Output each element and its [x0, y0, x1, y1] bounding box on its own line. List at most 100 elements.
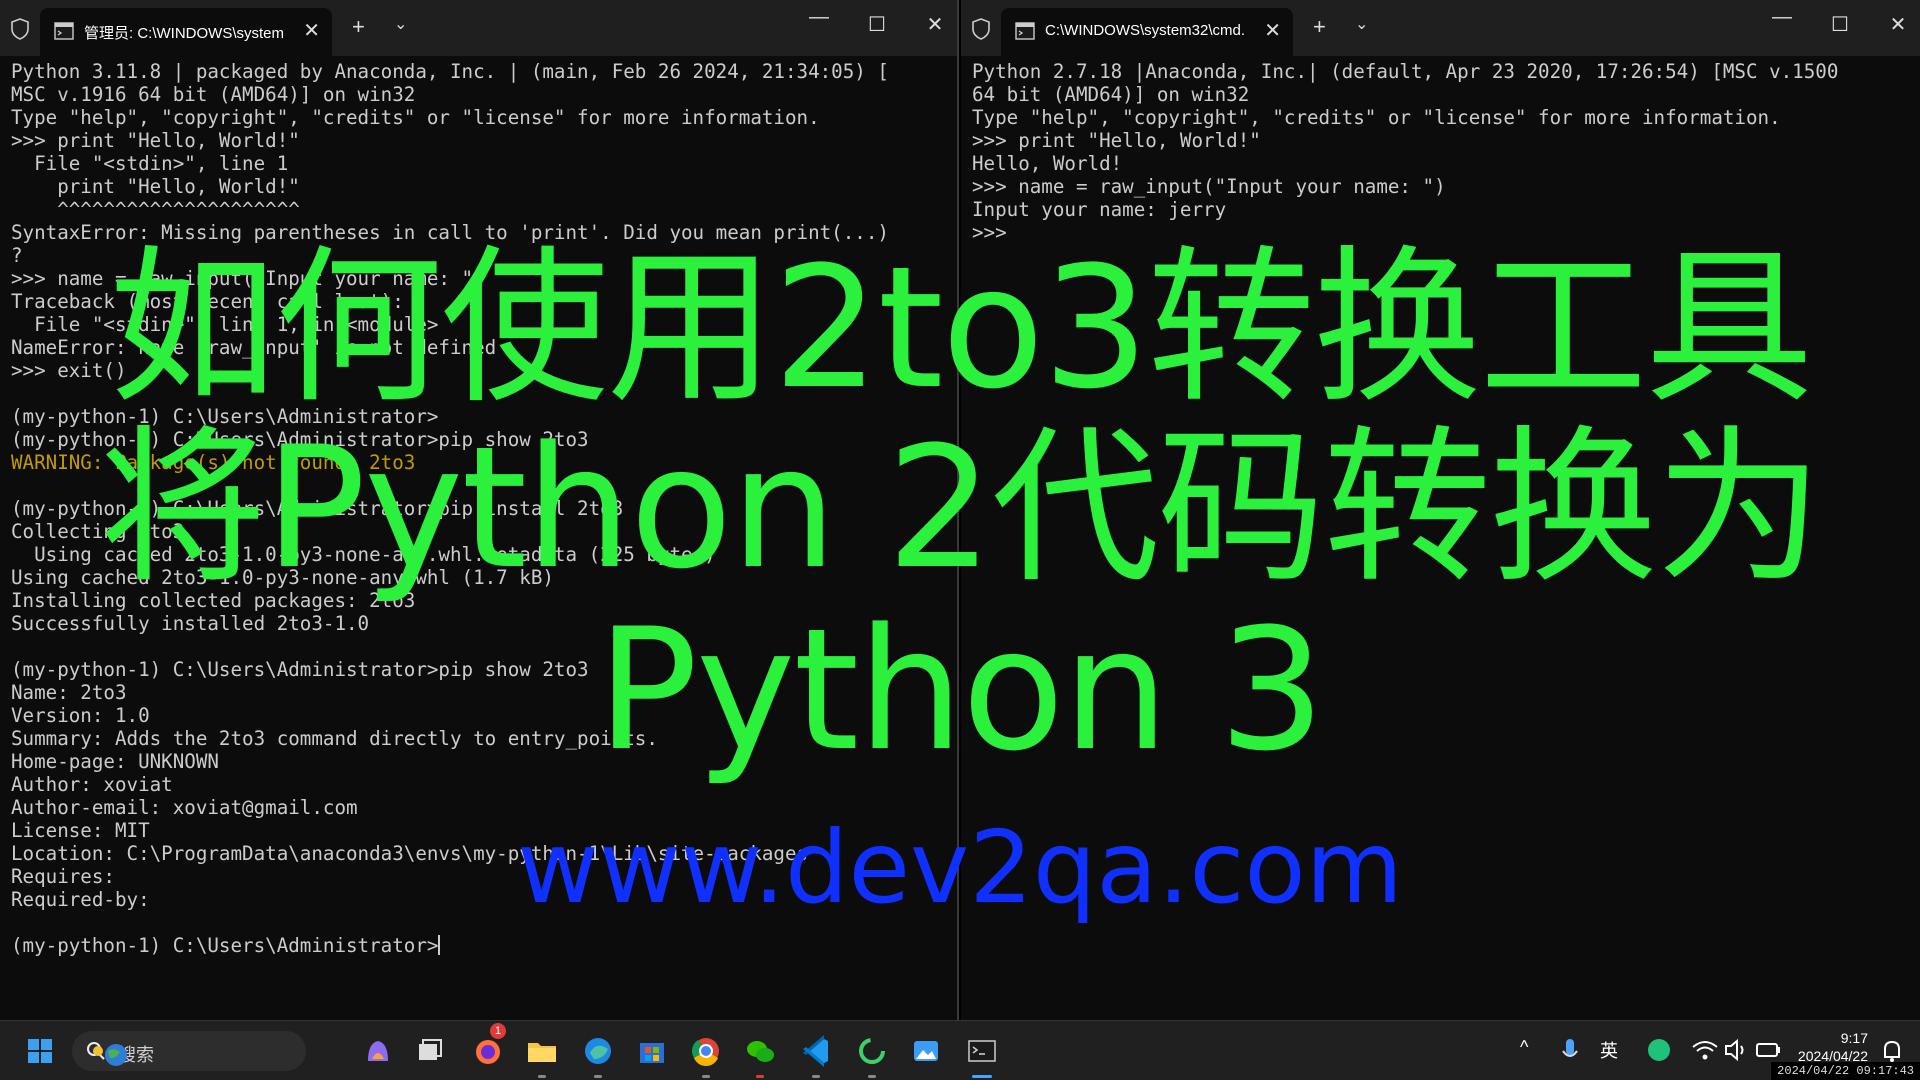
running-indicator — [756, 1075, 764, 1078]
taskbar: 搜索 1 ^ 英 9:17 2024/04/22 2024/04/22 09:1… — [0, 1020, 1920, 1080]
tab-admin-cmd[interactable]: 管理员: C:\WINDOWS\system ✕ — [40, 8, 332, 56]
maximize-button[interactable]: ☐ — [857, 12, 897, 37]
app-tray-icon[interactable] — [1644, 1035, 1674, 1065]
terminal-line: Name: 2to3 — [11, 681, 127, 704]
tab-cmd[interactable]: C:\WINDOWS\system32\cmd. ✕ — [1001, 8, 1293, 56]
terminal-output[interactable]: Python 2.7.18 |Anaconda, Inc.| (default,… — [972, 60, 1914, 1020]
sync-icon[interactable] — [852, 1031, 892, 1071]
close-window-button[interactable]: ✕ — [1878, 12, 1918, 37]
store-icon[interactable] — [632, 1031, 672, 1071]
notification-badge: 1 — [490, 1023, 506, 1039]
terminal-line: (my-python-1) C:\Users\Administrator> — [11, 405, 439, 428]
terminal-line: Installing collected packages: 2to3 — [11, 589, 416, 612]
terminal-line: Using cached 2to3-1.0-py3-none-any.whl.m… — [11, 543, 716, 566]
terminal-line: NameError: name 'raw_input' is not defin… — [11, 336, 497, 359]
globe-icon — [93, 1044, 127, 1066]
terminal-line: File "<stdin>", line 1 — [11, 152, 289, 175]
running-indicator — [868, 1075, 876, 1078]
minimize-button[interactable]: — — [1762, 6, 1802, 29]
terminal-line: >>> exit() — [11, 359, 127, 382]
minimize-button[interactable]: — — [799, 6, 839, 29]
terminal-line: Requires: — [11, 865, 115, 888]
terminal-line: print "Hello, World!" — [11, 175, 300, 198]
edge-icon[interactable] — [578, 1031, 618, 1071]
terminal-line: Location: C:\ProgramData\anaconda3\envs\… — [11, 842, 809, 865]
terminal-icon — [54, 22, 74, 40]
windows-start-icon[interactable] — [20, 1031, 60, 1071]
copilot-icon[interactable] — [358, 1031, 398, 1071]
running-indicator — [594, 1075, 602, 1078]
terminal-line: (my-python-1) C:\Users\Administrator>pip… — [11, 497, 624, 520]
tray-overflow-chevron[interactable]: ^ — [1520, 1037, 1528, 1058]
maximize-button[interactable]: ☐ — [1820, 12, 1860, 37]
taskbar-search[interactable]: 搜索 — [72, 1031, 306, 1071]
terminal-line: >>> print "Hello, World!" — [972, 129, 1261, 152]
close-window-button[interactable]: ✕ — [915, 12, 955, 37]
running-indicator — [812, 1075, 820, 1078]
ime-indicator[interactable]: 英 — [1600, 1037, 1618, 1063]
tab-title: 管理员: C:\WINDOWS\system — [84, 25, 284, 42]
terminal-line: MSC v.1916 64 bit (AMD64)] on win32 — [11, 83, 416, 106]
terminal-taskbar-icon[interactable] — [962, 1031, 1002, 1071]
terminal-line: (my-python-1) C:\Users\Administrator>pip… — [11, 658, 589, 681]
terminal-window-left: 管理员: C:\WINDOWS\system ✕ + ⌄ — ☐ ✕ Pytho… — [0, 0, 959, 1020]
shield-icon — [972, 18, 990, 40]
photos-icon[interactable] — [906, 1031, 946, 1071]
new-tab-button[interactable]: + — [1313, 14, 1326, 40]
terminal-line: Home-page: UNKNOWN — [11, 750, 219, 773]
terminal-line: >>> — [972, 221, 1007, 244]
title-bar: C:\WINDOWS\system32\cmd. ✕ + ⌄ — ☐ ✕ — [961, 0, 1920, 56]
terminal-line: Successfully installed 2to3-1.0 — [11, 612, 370, 635]
active-indicator — [972, 1075, 992, 1078]
terminal-line: Input your name: jerry — [972, 198, 1227, 221]
terminal-line: 64 bit (AMD64)] on win32 — [972, 83, 1250, 106]
notification-bell-icon[interactable] — [1878, 1037, 1906, 1065]
shield-icon — [11, 18, 29, 40]
running-indicator — [538, 1075, 546, 1078]
terminal-line: Traceback (most recent call last): — [11, 290, 404, 313]
terminal-line: Summary: Adds the 2to3 command directly … — [11, 727, 658, 750]
recording-timestamp: 2024/04/22 09:17:43 — [1771, 1062, 1920, 1080]
wechat-icon[interactable] — [740, 1031, 780, 1071]
chrome-icon[interactable] — [686, 1031, 726, 1071]
terminal-line: WARNING: Package(s) not found: 2to3 — [11, 451, 416, 474]
terminal-line: Type "help", "copyright", "credits" or "… — [972, 106, 1781, 129]
terminal-output[interactable]: Python 3.11.8 | packaged by Anaconda, In… — [11, 60, 951, 1020]
wifi-icon[interactable] — [1690, 1037, 1720, 1063]
terminal-line: License: MIT — [11, 819, 150, 842]
vscode-icon[interactable] — [796, 1031, 836, 1071]
tab-close-icon[interactable]: ✕ — [303, 18, 320, 43]
terminal-line: Author-email: xoviat@gmail.com — [11, 796, 358, 819]
terminal-line: Python 2.7.18 |Anaconda, Inc.| (default,… — [972, 60, 1839, 83]
task-view-icon[interactable] — [410, 1031, 450, 1071]
terminal-line: (my-python-1) C:\Users\Administrator> — [11, 934, 441, 957]
battery-icon[interactable] — [1754, 1037, 1784, 1063]
terminal-line: >>> print "Hello, World!" — [11, 129, 300, 152]
terminal-icon — [1015, 22, 1035, 40]
terminal-line: Python 3.11.8 | packaged by Anaconda, In… — [11, 60, 889, 83]
tab-close-icon[interactable]: ✕ — [1264, 18, 1281, 43]
file-explorer-icon[interactable] — [522, 1031, 562, 1071]
clock[interactable]: 9:17 2024/04/22 — [1798, 1029, 1868, 1065]
terminal-line: (my-python-1) C:\Users\Administrator>pip… — [11, 428, 589, 451]
volume-icon[interactable] — [1722, 1037, 1752, 1063]
running-indicator — [702, 1075, 710, 1078]
new-tab-button[interactable]: + — [352, 14, 365, 40]
terminal-line: Author: xoviat — [11, 773, 173, 796]
terminal-line: Version: 1.0 — [11, 704, 150, 727]
terminal-line: Using cached 2to3-1.0-py3-none-any.whl (… — [11, 566, 554, 589]
terminal-line: >>> name = raw_input("Input your name: "… — [972, 175, 1446, 198]
terminal-line: File "<stdin>", line 1, in <module> — [11, 313, 439, 336]
tab-dropdown-button[interactable]: ⌄ — [1355, 14, 1368, 34]
tab-title: C:\WINDOWS\system32\cmd. — [1045, 22, 1246, 39]
terminal-line: Type "help", "copyright", "credits" or "… — [11, 106, 820, 129]
terminal-line: >>> name = raw_input("Input your name: "… — [11, 267, 485, 290]
terminal-line: Collecting 2to3 — [11, 520, 185, 543]
tab-dropdown-button[interactable]: ⌄ — [394, 14, 407, 34]
terminal-line: Required-by: — [11, 888, 150, 911]
microphone-icon[interactable] — [1558, 1033, 1582, 1069]
